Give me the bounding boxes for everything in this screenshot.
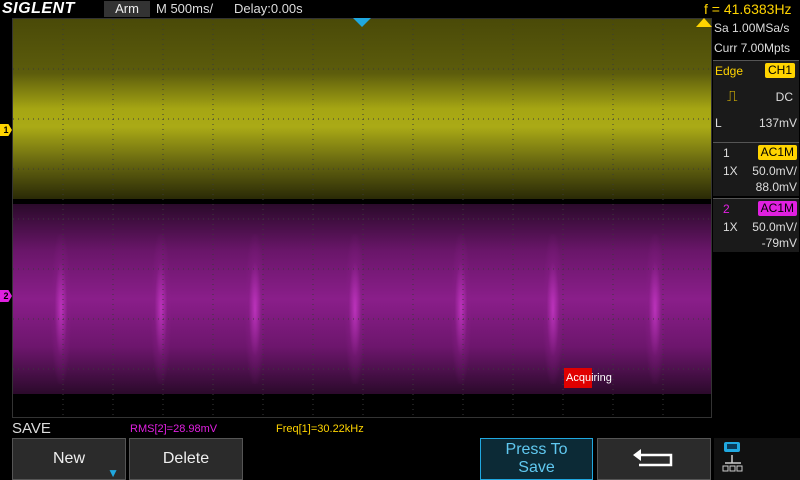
arrow-down-icon: ▼ xyxy=(107,466,119,480)
freq-measurement: Freq[1]=30.22kHz xyxy=(276,423,364,435)
ch1-offset: 88.0mV xyxy=(755,180,797,194)
ch2-coupling-badge: AC1M xyxy=(757,201,797,216)
ch1-scale: 50.0mV/ xyxy=(752,164,797,178)
ch1-panel[interactable]: 1 AC1M 1X 50.0mV/ 88.0mV xyxy=(713,142,799,196)
brand-logo: SIGLENT xyxy=(2,0,75,17)
trigger-panel[interactable]: Edge CH1 ⎍ DC L 137mV xyxy=(713,60,799,142)
press-to-save-line1: Press To xyxy=(505,441,568,458)
ch1-coupling-badge: AC1M xyxy=(757,145,797,160)
delete-button[interactable]: Delete xyxy=(129,438,243,480)
trigger-level-label: L xyxy=(715,116,722,130)
ch1-offset-marker[interactable]: 1 xyxy=(0,124,12,136)
menu-title: SAVE xyxy=(12,420,51,437)
trigger-level-value: 137mV xyxy=(758,116,797,130)
rms-measurement: RMS[2]=28.98mV xyxy=(130,423,218,435)
delay-readout[interactable]: Delay:0.00s xyxy=(234,1,303,17)
press-to-save-button[interactable]: Press To Save xyxy=(480,438,593,480)
ch1-number: 1 xyxy=(723,146,730,160)
grid-lines xyxy=(13,19,711,417)
timebase-readout[interactable]: M 500ms/ xyxy=(156,1,213,17)
new-button-label: New xyxy=(52,450,85,467)
memory-depth: Curr 7.00Mpts xyxy=(714,41,791,55)
sample-rate: Sa 1.00MSa/s xyxy=(714,21,790,35)
trigger-level-marker[interactable] xyxy=(696,18,712,27)
waveform-grid[interactable] xyxy=(12,18,712,418)
trigger-position-marker[interactable] xyxy=(353,18,371,27)
ch2-offset-marker[interactable]: 2 xyxy=(0,290,12,302)
back-button[interactable] xyxy=(597,438,711,480)
trigger-source-badge: CH1 xyxy=(764,63,795,78)
network-icon xyxy=(722,442,743,472)
acquiring-indicator: Acquiring xyxy=(564,368,612,388)
new-button[interactable]: New ▼ xyxy=(12,438,126,480)
ch2-scale: 50.0mV/ xyxy=(752,220,797,234)
ch2-panel[interactable]: 2 AC1M 1X 50.0mV/ -79mV xyxy=(713,198,799,252)
network-status xyxy=(714,438,800,480)
trigger-coupling: DC xyxy=(775,90,793,104)
frequency-counter: f = 41.6383Hz xyxy=(704,1,792,17)
ch2-offset: -79mV xyxy=(761,236,797,250)
run-state-badge[interactable]: Arm xyxy=(104,1,150,17)
info-panel: Sa 1.00MSa/s Curr 7.00Mpts Edge CH1 ⎍ DC… xyxy=(712,18,800,438)
return-arrow-icon xyxy=(633,449,673,467)
ch2-number: 2 xyxy=(723,202,730,216)
top-status-bar: SIGLENT Arm M 500ms/ Delay:0.00s f = 41.… xyxy=(0,0,800,18)
oscilloscope-screen: SIGLENT Arm M 500ms/ Delay:0.00s f = 41.… xyxy=(0,0,800,480)
rising-edge-icon: ⎍ xyxy=(727,88,738,105)
press-to-save-line2: Save xyxy=(518,459,555,476)
ch2-probe: 1X xyxy=(723,220,738,234)
ch1-probe: 1X xyxy=(723,164,738,178)
trigger-type: Edge xyxy=(715,64,744,78)
